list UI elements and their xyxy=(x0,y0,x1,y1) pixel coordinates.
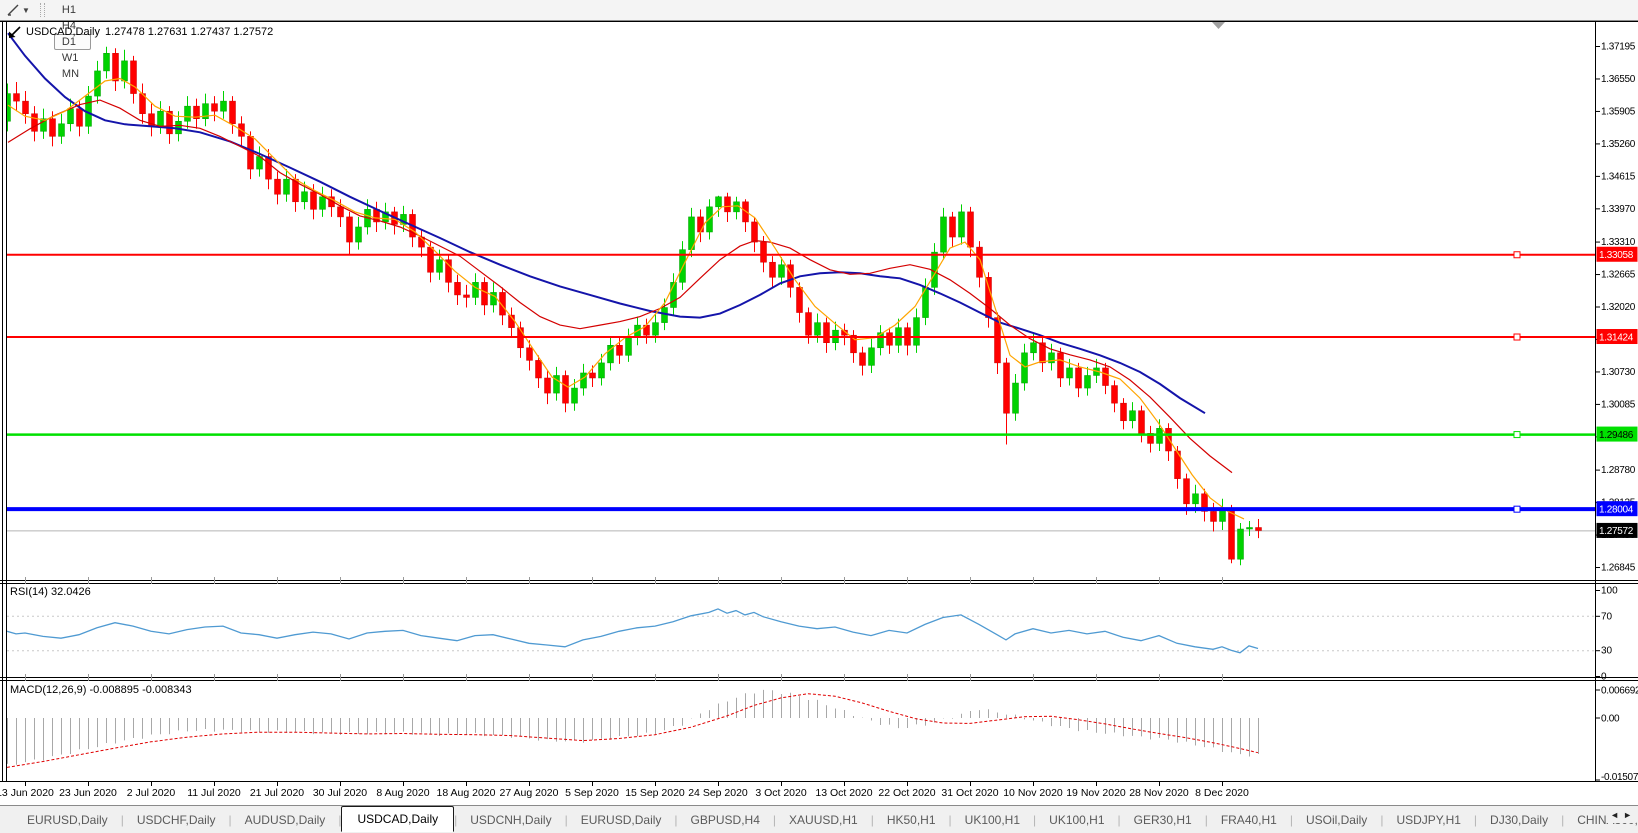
macd-indicator-label: MACD(12,26,9) -0.008895 -0.008343 xyxy=(10,684,192,696)
date-tick-label: 19 Nov 2020 xyxy=(1066,787,1126,799)
date-tick-label: 3 Oct 2020 xyxy=(755,787,807,799)
macd-histogram xyxy=(8,690,1259,765)
tab-usdcad-daily[interactable]: USDCAD,Daily xyxy=(341,806,454,832)
ma-fast-orange-line xyxy=(8,79,1244,519)
tab-gbpusd-h4[interactable]: GBPUSD,H4 xyxy=(678,808,773,832)
date-tick-label: 2 Jul 2020 xyxy=(127,787,176,799)
macd-signal-line xyxy=(7,694,1258,768)
resistance-line-2-handle[interactable] xyxy=(1514,334,1520,340)
tab-fra40-h1[interactable]: FRA40,H1 xyxy=(1208,808,1290,832)
chart-tabs-bar: EURUSD,Daily|USDCHF,Daily|AUDUSD,Daily|U… xyxy=(0,805,1638,833)
rsi-tick-label: 0 xyxy=(1601,672,1607,683)
chart-ohlc-values: 1.27478 1.27631 1.27437 1.27572 xyxy=(105,26,273,38)
chart-canvas[interactable]: 13 Jun 2020 23 Jun 2020 2 Jul 2020 11 Jul 2… xyxy=(0,0,1638,805)
date-tick-label: 30 Jul 2020 xyxy=(313,787,367,799)
tab-hk50-h1[interactable]: HK50,H1 xyxy=(874,808,949,832)
date-tick-label: 23 Jun 2020 xyxy=(59,787,117,799)
date-tick-label: 22 Oct 2020 xyxy=(878,787,935,799)
tab-dj30-daily[interactable]: DJ30,Daily xyxy=(1477,808,1561,832)
date-tick-label: 5 Sep 2020 xyxy=(565,787,619,799)
ma-medium-red-line xyxy=(8,100,1232,473)
date-tick-label: 28 Nov 2020 xyxy=(1129,787,1189,799)
resistance-line-1-handle[interactable] xyxy=(1514,252,1520,258)
rsi-tick-label: 70 xyxy=(1601,611,1613,622)
chart-title: USDCAD,Daily 1.27478 1.27631 1.27437 1.2… xyxy=(8,25,273,39)
resistance-line-2-badge-label: 1.31424 xyxy=(1599,332,1634,343)
date-tick-label: 8 Aug 2020 xyxy=(376,787,429,799)
tab-uk100-h1[interactable]: UK100,H1 xyxy=(952,808,1033,832)
price-tick-label: 1.26845 xyxy=(1601,563,1636,574)
date-tick-label: 10 Nov 2020 xyxy=(1003,787,1063,799)
support-line-green-handle[interactable] xyxy=(1514,432,1520,438)
price-tick-label: 1.33970 xyxy=(1601,204,1636,215)
macd-panel: 0.006692 0.00 -0.015075 xyxy=(1595,686,1638,783)
price-tick-label: 1.35905 xyxy=(1601,106,1636,117)
tab-eurusd-daily[interactable]: EURUSD,Daily xyxy=(568,808,675,832)
chart-symbol: USDCAD,Daily xyxy=(26,26,100,38)
tab-uk100-h1[interactable]: UK100,H1 xyxy=(1036,808,1117,832)
price-tick-label: 1.33310 xyxy=(1601,237,1636,248)
tab-ger30-h1[interactable]: GER30,H1 xyxy=(1121,808,1205,832)
tab-usdcnh-daily[interactable]: USDCNH,Daily xyxy=(457,808,564,832)
tab-audusd-daily[interactable]: AUDUSD,Daily xyxy=(232,808,339,832)
tab-xauusd-h1[interactable]: XAUUSD,H1 xyxy=(776,808,871,832)
chart-frame xyxy=(0,21,1638,782)
price-tick-label: 1.34615 xyxy=(1601,171,1636,182)
tab-scroll-right-icon[interactable]: ► xyxy=(1623,810,1632,820)
trading-terminal-window: ▼ M1M5M15M30H1H4D1W1MN 13 Jun 202023 Jun… xyxy=(0,0,1638,833)
tab-usdjpy-h1[interactable]: USDJPY,H1 xyxy=(1383,808,1473,832)
price-tick-label: 1.30085 xyxy=(1601,399,1636,410)
price-tick-label: 1.35260 xyxy=(1601,139,1636,150)
rsi-indicator-label: RSI(14) 32.0426 xyxy=(10,586,91,598)
rsi-line xyxy=(7,609,1258,653)
date-tick-label: 21 Jul 2020 xyxy=(250,787,304,799)
cursor-arrow-icon xyxy=(8,25,21,39)
support-line-blue-badge-label: 1.28004 xyxy=(1599,504,1634,515)
price-tick-label: 1.36550 xyxy=(1601,74,1636,85)
macd-tick-label: 0.006692 xyxy=(1601,686,1638,697)
current-price-badge-label: 1.27572 xyxy=(1599,526,1634,537)
tab-usdchf-daily[interactable]: USDCHF,Daily xyxy=(124,808,229,832)
rsi-tick-label: 100 xyxy=(1601,586,1618,597)
tab-scroll-left-icon[interactable]: ◄ xyxy=(1610,810,1619,820)
macd-tick-label: -0.015075 xyxy=(1601,772,1638,783)
support-line-green-badge-label: 1.29486 xyxy=(1599,430,1634,441)
support-line-blue-handle[interactable] xyxy=(1514,506,1520,512)
date-tick-label: 18 Aug 2020 xyxy=(437,787,496,799)
price-tick-label: 1.32665 xyxy=(1601,270,1636,281)
date-tick-label: 8 Dec 2020 xyxy=(1195,787,1249,799)
tab-scroll-buttons: ◄ ► xyxy=(1606,807,1636,823)
macd-tick-label: 0.00 xyxy=(1601,714,1620,725)
price-tick-label: 1.37195 xyxy=(1601,42,1636,53)
price-axis[interactable]: 1.37195 1.36550 1.35905 1.35260 1.34615 1.339… xyxy=(1595,42,1636,574)
price-tick-label: 1.30730 xyxy=(1601,367,1636,378)
rsi-tick-label: 30 xyxy=(1601,646,1613,657)
tab-eurusd-daily[interactable]: EURUSD,Daily xyxy=(14,808,121,832)
date-tick-label: 15 Sep 2020 xyxy=(625,787,685,799)
date-tick-label: 24 Sep 2020 xyxy=(688,787,748,799)
tab-usoil-daily[interactable]: USOil,Daily xyxy=(1293,808,1380,832)
price-tick-label: 1.32020 xyxy=(1601,302,1636,313)
chart-shift-marker-icon[interactable] xyxy=(1212,22,1225,29)
date-tick-label: 31 Oct 2020 xyxy=(941,787,998,799)
price-tick-label: 1.28780 xyxy=(1601,465,1636,476)
date-tick-label: 27 Aug 2020 xyxy=(500,787,559,799)
date-tick-label: 13 Oct 2020 xyxy=(815,787,872,799)
date-tick-label: 13 Jun 2020 xyxy=(0,787,54,799)
resistance-line-1-badge-label: 1.33058 xyxy=(1599,250,1634,261)
date-tick-label: 11 Jul 2020 xyxy=(187,787,241,799)
